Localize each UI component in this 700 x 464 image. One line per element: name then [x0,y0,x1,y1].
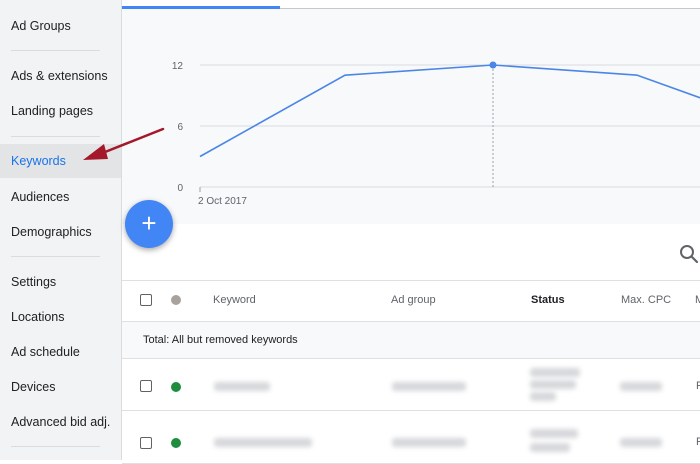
total-row: Total: All but removed keywords [122,321,700,359]
status-dot [171,382,181,392]
table-header-row: Keyword Ad group Status Max. CPC M [122,281,700,321]
sidebar-item-settings[interactable]: Settings [0,265,121,299]
redacted-status [530,392,556,401]
redacted-max-cpc [620,382,662,391]
redacted-ad-group [392,438,466,447]
column-header-keyword[interactable]: Keyword [213,294,256,306]
redacted-ad-group [392,382,466,391]
x-tick-label: 2 Oct 2017 [198,196,247,207]
y-tick-label: 12 [172,61,184,72]
sidebar-divider [11,446,100,447]
row-checkbox[interactable] [140,437,152,449]
search-icon[interactable] [678,243,700,265]
redacted-status [530,429,578,438]
column-header-max-cpc[interactable]: Max. CPC [621,294,671,306]
column-header-cut[interactable]: M [695,294,700,306]
y-tick-label: 6 [177,122,183,133]
row-checkbox[interactable] [140,380,152,392]
sidebar-item-audiences[interactable]: Audiences [0,180,121,214]
column-header-status[interactable]: Status [531,294,565,306]
sidebar-item-ads-extensions[interactable]: Ads & extensions [0,59,121,93]
sidebar-divider [11,50,100,51]
redacted-status [530,443,570,452]
total-label: Total: All but removed keywords [143,334,298,346]
sidebar: Ad Groups Ads & extensions Landing pages… [0,0,122,460]
sidebar-item-devices[interactable]: Devices [0,370,121,404]
status-dot [171,438,181,448]
main-content: 0 6 12 2 Oct 2017 + Keyword Ad group Status… [122,0,700,464]
performance-chart: 0 6 12 2 Oct 2017 [122,9,700,224]
status-filter-dot[interactable] [171,295,181,305]
sidebar-item-ad-groups[interactable]: Ad Groups [0,9,121,43]
sidebar-item-locations[interactable]: Locations [0,300,121,334]
y-tick-label: 0 [177,183,183,194]
sidebar-item-keywords[interactable]: Keywords [0,144,121,178]
select-all-checkbox[interactable] [140,294,152,306]
sidebar-item-demographics[interactable]: Demographics [0,215,121,249]
redacted-status [530,368,580,377]
line-chart-svg: 0 6 12 2 Oct 2017 [172,61,700,207]
redacted-max-cpc [620,438,662,447]
cut-column-value: P [696,436,700,448]
add-keyword-button[interactable]: + [125,200,173,248]
sidebar-divider [11,136,100,137]
sidebar-item-ad-schedule[interactable]: Ad schedule [0,335,121,369]
redacted-keyword [214,382,270,391]
column-header-ad-group[interactable]: Ad group [391,294,436,306]
sidebar-divider [11,256,100,257]
cut-column-value: P [696,380,700,392]
table-row[interactable]: P [122,411,700,464]
highlighted-data-point[interactable] [489,61,497,69]
redacted-keyword [214,438,312,447]
redacted-status [530,380,576,389]
table-row[interactable]: P [122,358,700,411]
series-line [199,64,700,158]
sidebar-item-landing-pages[interactable]: Landing pages [0,94,121,128]
sidebar-item-advanced-bid-adj[interactable]: Advanced bid adj. [0,405,121,439]
